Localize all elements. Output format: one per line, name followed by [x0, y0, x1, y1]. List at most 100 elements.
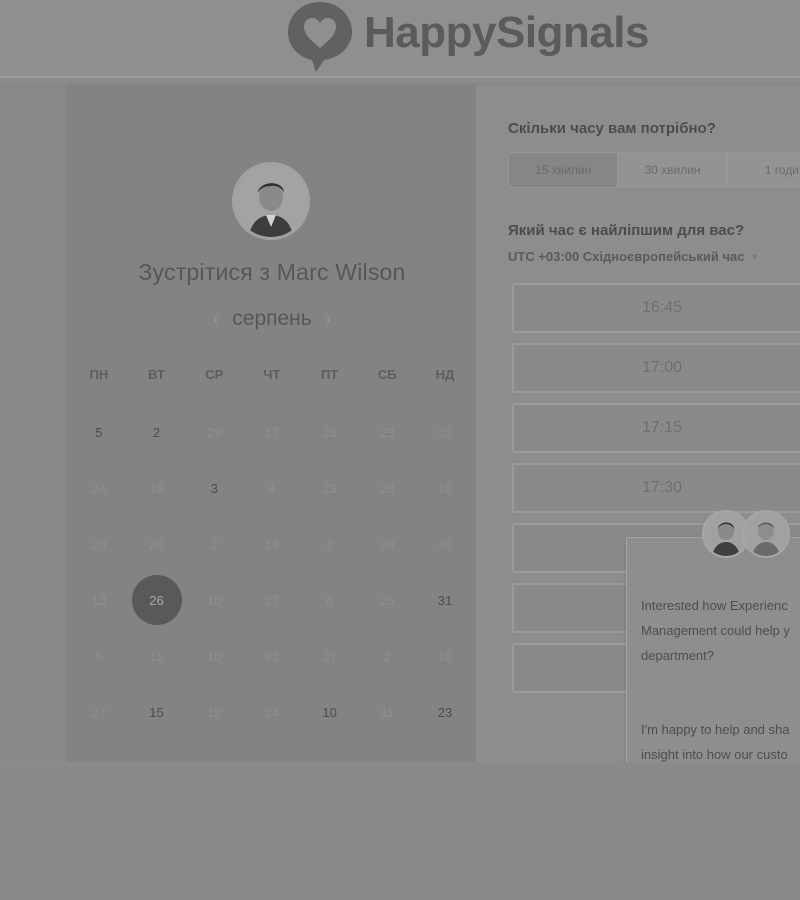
weekday-header: ПН ВТ СР ЧТ ПТ СБ НД	[70, 367, 474, 382]
calendar-day-number: 24	[264, 704, 280, 720]
timezone-label: UTC +03:00 Східноєвропейський час	[508, 249, 745, 264]
calendar-day-number: 11	[149, 648, 164, 664]
calendar-day: 27	[70, 684, 128, 740]
calendar-day: 25	[301, 404, 359, 460]
calendar-day-number: 23	[380, 424, 395, 440]
calendar-day: 10	[416, 460, 474, 516]
calendar-day-number: 27	[322, 648, 337, 664]
calendar-day-number: 5	[95, 424, 103, 440]
calendar-day: 25	[416, 404, 474, 460]
calendar-day-number: 27	[264, 592, 280, 608]
duration-option-30[interactable]: 30 хвилин	[618, 153, 728, 187]
weekday-label: ПН	[89, 367, 109, 382]
duration-question: Скільки часу вам потрібно?	[508, 120, 716, 137]
chat-avatar	[742, 510, 790, 558]
calendar-day-number: 12	[206, 704, 222, 720]
previous-month-chevron-icon[interactable]: ‹	[212, 309, 218, 330]
calendar-day: 30	[416, 516, 474, 572]
calendar-day: 13	[70, 572, 128, 628]
calendar-day[interactable]: 23	[416, 684, 474, 740]
calendar-day-number: 28	[380, 480, 395, 496]
calendar-day: 4	[243, 460, 301, 516]
calendar-day-number: 11	[380, 704, 395, 720]
calendar-day-number: 30	[380, 536, 395, 552]
calendar-day-number: 10	[322, 704, 337, 720]
calendar-day: 10	[185, 628, 243, 684]
calendar-day: 2	[185, 516, 243, 572]
calendar-day-number: 31	[264, 648, 280, 664]
host-avatar	[232, 162, 310, 240]
calendar-day-number: 15	[149, 704, 164, 720]
weekday-label: ВТ	[148, 367, 165, 382]
calendar-day-number: 6	[325, 592, 334, 608]
calendar-day: 11	[128, 628, 186, 684]
month-navigation: ‹ серпень ›	[68, 307, 476, 331]
calendar-day-number: 25	[322, 424, 337, 440]
calendar-day-number: 10	[437, 480, 453, 496]
calendar-day-selected[interactable]: 26	[128, 572, 186, 628]
calendar-day-number: 30	[437, 536, 453, 552]
timezone-selector[interactable]: UTC +03:00 Східноєвропейський час ▼	[508, 249, 759, 264]
calendar-day: 27	[243, 572, 301, 628]
brand-name: HappySignals	[364, 8, 649, 57]
calendar-day: 11	[358, 684, 416, 740]
calendar-day: 12	[185, 684, 243, 740]
weekday-label: ПТ	[320, 367, 339, 382]
calendar-day: 10	[185, 572, 243, 628]
time-slot[interactable]: 16:45	[512, 283, 800, 333]
duration-option-60[interactable]: 1 годи	[728, 153, 800, 187]
calendar-day-number: 2	[383, 648, 391, 664]
calendar-day-number: 19	[149, 480, 164, 496]
next-month-chevron-icon[interactable]: ›	[326, 309, 332, 330]
time-slot[interactable]: 17:00	[512, 343, 800, 393]
brand-logo[interactable]: HappySignals	[280, 0, 649, 74]
calendar-day[interactable]: 2	[128, 404, 186, 460]
calendar-card: Зустрітися з Marc Wilson ‹ серпень › ПН …	[68, 85, 476, 762]
calendar-day: 25	[358, 572, 416, 628]
calendar-day-number: 5	[95, 648, 103, 664]
calendar-day: 29	[185, 404, 243, 460]
calendar-day: 24	[243, 684, 301, 740]
calendar-day-number: 26	[131, 575, 182, 625]
heart-speech-bubble-icon	[280, 0, 360, 74]
calendar-day-number: 4	[268, 480, 276, 496]
calendar-day-number: 27	[91, 704, 107, 720]
calendar-day: 2	[301, 516, 359, 572]
calendar-day: 6	[301, 572, 359, 628]
calendar-day-number: 13	[91, 592, 107, 608]
weekday-label: ЧТ	[263, 367, 281, 382]
calendar-day: 30	[358, 516, 416, 572]
calendar-day: 20	[70, 516, 128, 572]
calendar-day[interactable]: 31	[416, 572, 474, 628]
meeting-title: Зустрітися з Marc Wilson	[138, 259, 406, 285]
calendar-day: 13	[243, 516, 301, 572]
calendar-day: 28	[358, 460, 416, 516]
time-slot[interactable]: 17:30	[512, 463, 800, 513]
calendar-day-number: 13	[264, 536, 280, 552]
chat-avatars	[702, 510, 790, 558]
calendar-day: 2	[358, 628, 416, 684]
calendar-day[interactable]: 10	[301, 684, 359, 740]
calendar-day: 23	[358, 404, 416, 460]
caret-down-icon: ▼	[750, 251, 760, 262]
calendar-day-number: 25	[380, 592, 395, 608]
time-slot[interactable]: 17:15	[512, 403, 800, 453]
calendar-day[interactable]: 15	[128, 684, 186, 740]
weekday-label: СБ	[377, 367, 397, 382]
calendar-day: 17	[243, 404, 301, 460]
top-bar: HappySignals	[0, 0, 800, 78]
calendar-day[interactable]: 3	[185, 460, 243, 516]
calendar-day[interactable]: 5	[70, 404, 128, 460]
calendar-day: 23	[301, 460, 359, 516]
calendar-day: 27	[301, 628, 359, 684]
calendar-day-number: 2	[152, 424, 161, 440]
calendar-day-number: 2	[210, 536, 218, 552]
calendar-day-number: 10	[206, 592, 222, 608]
calendar-day-number: 10	[437, 648, 453, 664]
calendar-day: 10	[416, 628, 474, 684]
weekday-label: СР	[205, 367, 224, 382]
calendar-day-number: 2	[325, 536, 334, 552]
duration-option-15[interactable]: 15 хвилин	[509, 153, 619, 187]
calendar-day-number: 20	[91, 536, 107, 552]
calendar-days-grid: 5 2 29 17 25 23 25 24 19 3 4 23 28 10 20 20 2 13 2 30 30 13 26…	[70, 404, 474, 740]
